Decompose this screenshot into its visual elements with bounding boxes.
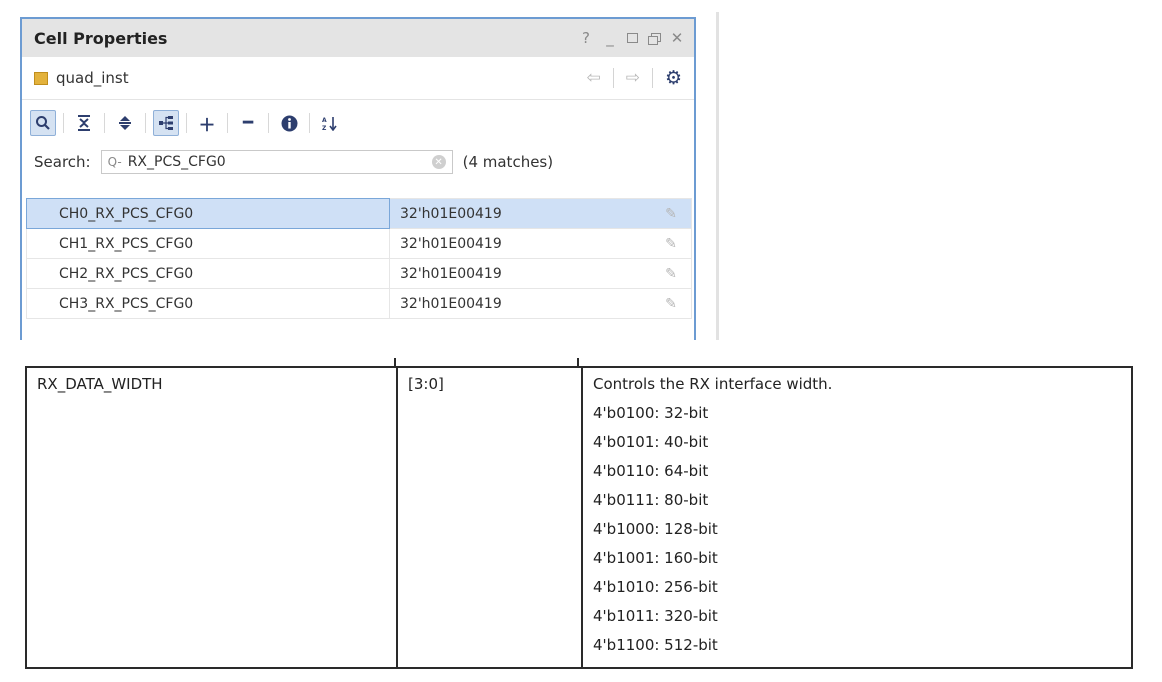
edit-pencil-icon[interactable]: ✎ (651, 198, 692, 229)
table-row[interactable]: CH1_RX_PCS_CFG0 32'h01E00419 ✎ (26, 228, 692, 259)
plus-icon[interactable]: ＋ (194, 110, 220, 136)
back-arrow-icon[interactable]: ⇦ (586, 68, 600, 88)
info-button[interactable] (276, 110, 302, 136)
forward-arrow-icon[interactable]: ⇨ (626, 68, 640, 88)
table-row[interactable]: CH0_RX_PCS_CFG0 32'h01E00419 ✎ (26, 198, 692, 229)
encoding-option: 4'b1000: 128-bit (593, 520, 718, 538)
toolbar-divider (63, 113, 64, 133)
gear-icon[interactable]: ⚙ (665, 67, 682, 89)
object-row: quad_inst ⇦ ⇨ ⚙ (22, 57, 694, 100)
property-value[interactable]: 32'h01E00419 (389, 258, 651, 289)
edit-pencil-icon[interactable]: ✎ (651, 258, 692, 289)
close-button[interactable]: ✕ (670, 29, 684, 47)
nav-divider (651, 68, 653, 88)
search-label: Search: (34, 153, 91, 171)
property-name: CH0_RX_PCS_CFG0 (26, 198, 390, 229)
expand-all-button[interactable] (112, 110, 138, 136)
maximize-button[interactable] (627, 33, 638, 43)
cell-icon (34, 71, 48, 85)
encoding-option: 4'b1100: 512-bit (593, 636, 718, 654)
search-input[interactable]: Q- RX_PCS_CFG0 ✕ (100, 150, 453, 174)
toolbar-divider (268, 113, 269, 133)
property-value[interactable]: 32'h01E00419 (389, 288, 651, 319)
collapse-all-button[interactable] (71, 110, 97, 136)
clear-search-icon[interactable]: ✕ (431, 155, 446, 169)
attribute-description-table: RX_DATA_WIDTH [3:0] Controls the RX inte… (25, 366, 1133, 669)
encoding-option: 4'b0100: 32-bit (593, 404, 709, 422)
attribute-bits: [3:0] (396, 366, 583, 669)
toolbar-divider (186, 113, 187, 133)
match-count: (4 matches) (462, 153, 554, 171)
toolbar-divider (309, 113, 310, 133)
encoding-option: 4'b1001: 160-bit (593, 549, 718, 567)
window-controls: ? _ ✕ (579, 29, 684, 47)
encoding-option: 4'b1010: 256-bit (593, 578, 718, 596)
search-icon (36, 116, 50, 130)
object-name: quad_inst (56, 69, 129, 87)
search-toggle-button[interactable] (30, 110, 56, 136)
info-icon (281, 115, 297, 131)
toolbar-divider (145, 113, 146, 133)
encoding-option: 4'b0110: 64-bit (593, 462, 709, 480)
attribute-name: RX_DATA_WIDTH (25, 366, 398, 669)
encoding-option: 4'b1011: 320-bit (593, 607, 718, 625)
edit-pencil-icon[interactable]: ✎ (651, 288, 692, 319)
panel-title: Cell Properties (34, 28, 168, 48)
property-value[interactable]: 32'h01E00419 (389, 228, 651, 259)
help-button[interactable]: ? (579, 29, 593, 47)
group-by-category-button[interactable] (153, 110, 179, 136)
property-value[interactable]: 32'h01E00419 (389, 198, 651, 229)
adjacent-pane-edge (716, 12, 719, 340)
sort-button[interactable]: AZ (317, 110, 343, 136)
property-name: CH3_RX_PCS_CFG0 (26, 288, 390, 319)
search-row: Search: Q- RX_PCS_CFG0 ✕ (4 matches) (22, 146, 694, 178)
tree-group-icon (159, 116, 173, 130)
encoding-option: 4'b0111: 80-bit (593, 491, 709, 509)
table-row: RX_DATA_WIDTH [3:0] Controls the RX inte… (25, 366, 1133, 669)
encoding-option: 4'b0101: 40-bit (593, 433, 709, 451)
properties-toolbar: ＋ ━ AZ (22, 100, 694, 146)
search-value: RX_PCS_CFG0 (127, 154, 226, 170)
svg-text:Z: Z (322, 125, 327, 131)
collapse-all-icon (78, 115, 90, 131)
minimize-button[interactable]: _ (603, 29, 617, 47)
attribute-description: Controls the RX interface width. (593, 375, 833, 393)
nav-divider (612, 68, 614, 88)
edit-pencil-icon[interactable]: ✎ (651, 228, 692, 259)
properties-table: CH0_RX_PCS_CFG0 32'h01E00419 ✎ CH1_RX_PC… (26, 198, 692, 319)
table-row[interactable]: CH3_RX_PCS_CFG0 32'h01E00419 ✎ (26, 288, 692, 319)
property-name: CH1_RX_PCS_CFG0 (26, 228, 390, 259)
svg-text:A: A (322, 117, 327, 124)
table-row[interactable]: CH2_RX_PCS_CFG0 32'h01E00419 ✎ (26, 258, 692, 289)
attribute-description-cell: Controls the RX interface width. 4'b0100… (581, 366, 1133, 669)
toolbar-divider (227, 113, 228, 133)
expand-all-icon (119, 116, 131, 130)
sort-az-icon: AZ (322, 117, 337, 131)
property-name: CH2_RX_PCS_CFG0 (26, 258, 390, 289)
cell-properties-panel: Cell Properties ? _ ✕ quad_inst ⇦ ⇨ ⚙ ＋ … (20, 17, 696, 340)
minus-icon[interactable]: ━ (235, 110, 261, 136)
toolbar-divider (104, 113, 105, 133)
search-field-icon: Q- (107, 155, 122, 169)
restore-float-button[interactable] (648, 32, 661, 45)
panel-titlebar: Cell Properties ? _ ✕ (22, 19, 694, 57)
